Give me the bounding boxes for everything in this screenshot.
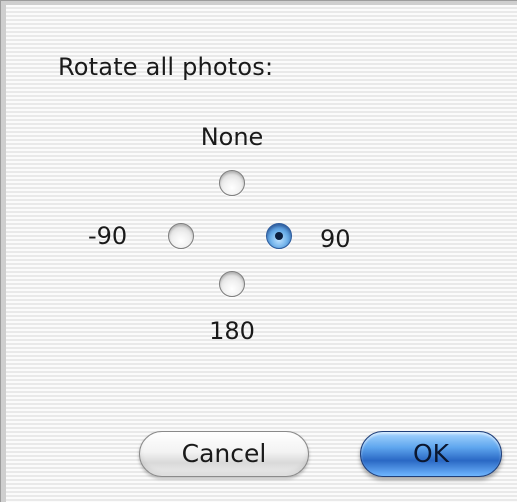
- radio-90[interactable]: [266, 223, 292, 249]
- radio-180[interactable]: [219, 271, 245, 297]
- option-label-90: 90: [320, 225, 351, 253]
- radio-none[interactable]: [219, 170, 245, 196]
- radio-selected-dot: [275, 232, 283, 240]
- cancel-button[interactable]: Cancel: [139, 431, 309, 477]
- option-label-minus-90: -90: [88, 222, 128, 250]
- rotate-photos-dialog: Rotate all photos: None -90 90 180 Cance…: [0, 0, 517, 502]
- radio-minus-90[interactable]: [168, 223, 194, 249]
- option-label-none: None: [200, 123, 264, 151]
- ok-button[interactable]: OK: [360, 431, 502, 477]
- option-label-180: 180: [209, 317, 255, 345]
- dialog-title: Rotate all photos:: [58, 53, 274, 81]
